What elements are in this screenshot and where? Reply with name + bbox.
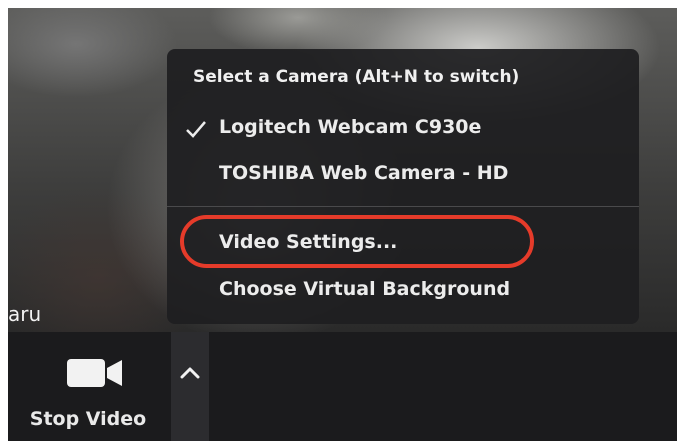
video-settings-label: Video Settings... bbox=[219, 231, 398, 253]
camera-menu: Select a Camera (Alt+N to switch) Logite… bbox=[167, 49, 639, 324]
stop-video-label: Stop Video bbox=[29, 408, 147, 430]
choose-virtual-background-menu-item[interactable]: Choose Virtual Background bbox=[167, 271, 639, 311]
chevron-up-icon bbox=[180, 367, 200, 379]
video-options-caret-button[interactable] bbox=[171, 332, 209, 441]
video-camera-icon bbox=[67, 359, 122, 387]
camera-option-logitech[interactable]: Logitech Webcam C930e bbox=[167, 109, 639, 149]
participant-name: aru bbox=[8, 302, 42, 326]
camera-option-label: TOSHIBA Web Camera - HD bbox=[219, 162, 509, 184]
meeting-toolbar: Stop Video bbox=[8, 332, 677, 441]
virtual-background-label: Choose Virtual Background bbox=[219, 278, 511, 300]
camera-option-toshiba[interactable]: TOSHIBA Web Camera - HD bbox=[167, 155, 639, 195]
camera-option-label: Logitech Webcam C930e bbox=[219, 116, 482, 138]
video-background-blur bbox=[8, 8, 178, 98]
camera-menu-header: Select a Camera (Alt+N to switch) bbox=[193, 67, 520, 87]
check-icon bbox=[186, 121, 206, 138]
video-settings-menu-item[interactable]: Video Settings... bbox=[167, 224, 639, 264]
menu-separator bbox=[167, 206, 639, 207]
stop-video-button[interactable]: Stop Video bbox=[8, 332, 168, 441]
